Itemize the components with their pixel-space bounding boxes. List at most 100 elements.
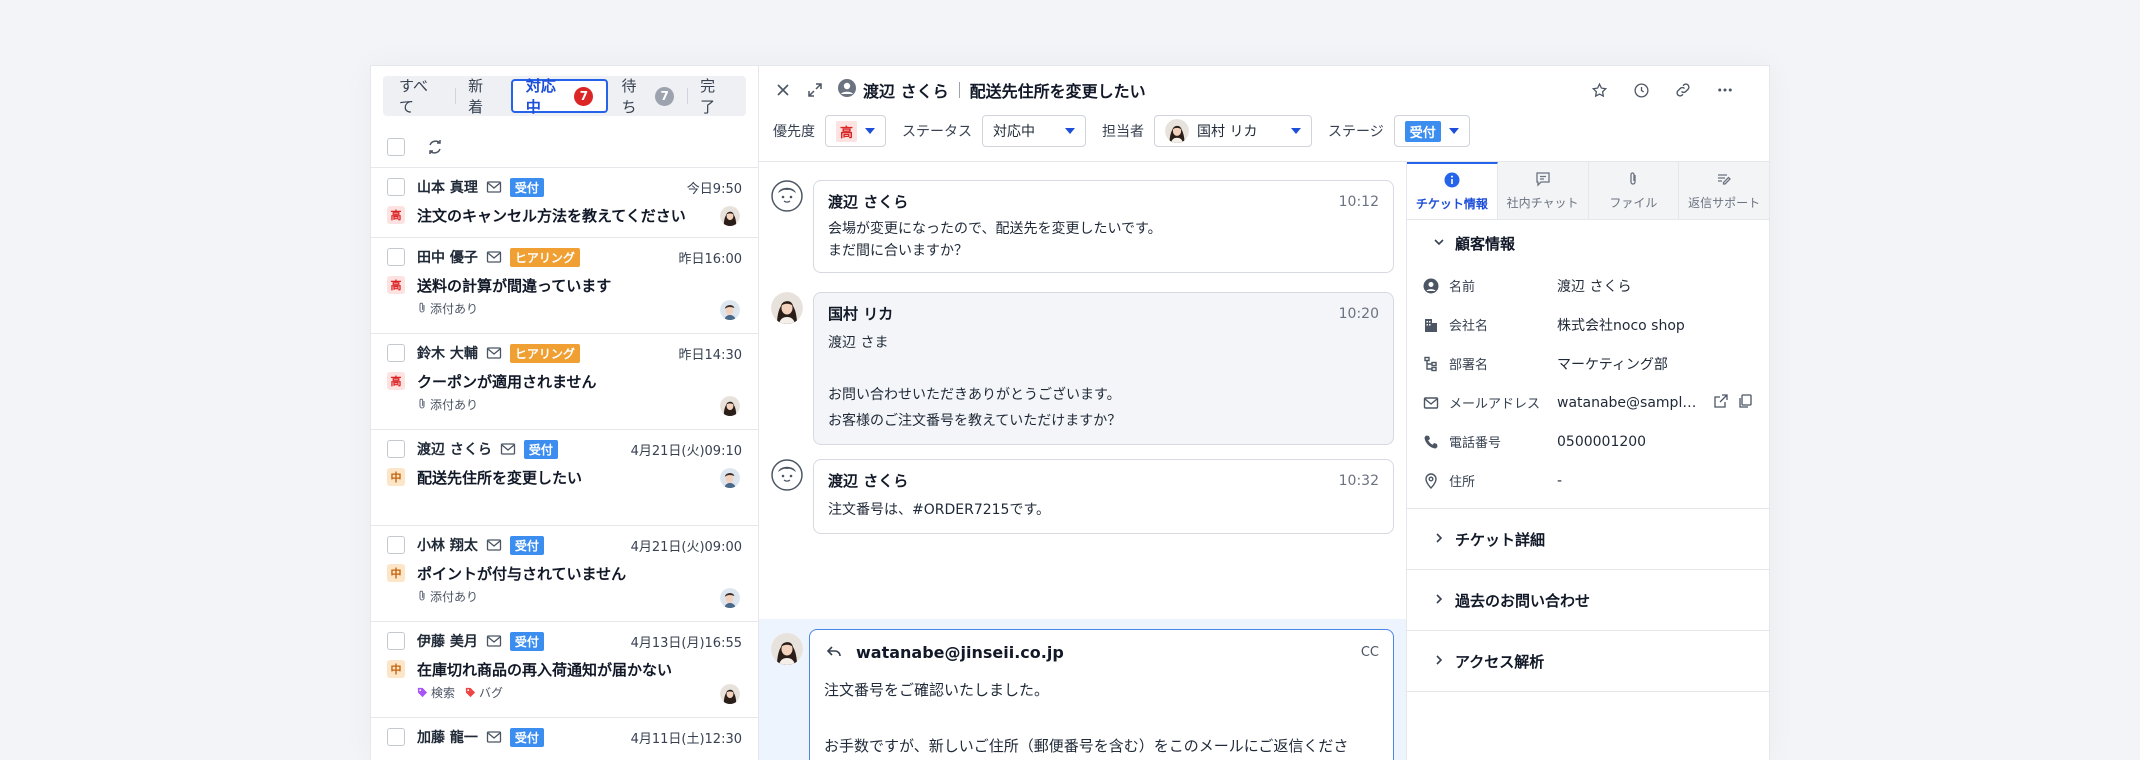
tag-label: 検索	[431, 685, 456, 700]
customer-info-row: 部署名 マーケティング部	[1407, 344, 1769, 383]
ticket-list-item[interactable]: 鈴木 大輔 ヒアリング 昨日14:30 高クーポンが適用されません 添付あり	[371, 334, 758, 430]
status-badge: 受付	[509, 631, 544, 651]
tab-waiting[interactable]: 待ち 7	[608, 77, 687, 116]
tag-icon	[465, 687, 476, 698]
tab-ticket-info[interactable]: チケット情報	[1407, 162, 1498, 219]
ticket-checkbox[interactable]	[387, 344, 405, 362]
expand-icon[interactable]	[805, 80, 825, 100]
tab-done[interactable]: 完了	[687, 77, 743, 116]
building-icon	[1423, 317, 1441, 333]
star-icon[interactable]	[1589, 80, 1609, 100]
ticket-tag: 添付あり	[417, 300, 478, 317]
reply-editor[interactable]: watanabe@jinseii.co.jp CC 注文番号をご確認いたしました…	[809, 629, 1394, 760]
chevron-down-icon	[1065, 128, 1076, 134]
external-link-icon[interactable]	[1713, 393, 1729, 413]
paperclip-icon	[1625, 171, 1641, 190]
ticket-list-item[interactable]: 伊藤 美月 受付 4月13日(月)16:55 中在庫切れ商品の再入荷通知が届かない 検索…	[371, 622, 758, 718]
ticket-customer-name: 田中 優子	[417, 250, 478, 266]
tag-label: 添付あり	[430, 589, 479, 604]
reply-arrow-icon[interactable]	[824, 642, 844, 662]
reply-area: watanabe@jinseii.co.jp CC 注文番号をご確認いたしました…	[759, 619, 1406, 760]
ticket-checkbox[interactable]	[387, 632, 405, 650]
message-item: 渡辺 さくら 10:32 注文番号は、#ORDER7215です。	[771, 459, 1394, 534]
user-circle-icon	[837, 78, 857, 102]
select-all-checkbox[interactable]	[387, 137, 405, 156]
mail-icon	[486, 345, 502, 361]
section-toggle[interactable]: 顧客情報	[1407, 220, 1769, 266]
status-label: ステータス	[902, 124, 973, 140]
tab-label: 対応中	[525, 77, 556, 116]
assignee-select[interactable]: 国村 リカ	[1154, 115, 1313, 147]
tab-label: 完了	[700, 77, 716, 116]
chat-icon	[1535, 171, 1551, 190]
tab-label: チケット情報	[1415, 196, 1488, 211]
ticket-customer-name: 加藤 龍一	[417, 730, 478, 746]
ticket-time: 4月21日(火)09:10	[630, 443, 742, 459]
priority-select[interactable]: 高	[825, 115, 887, 147]
message-sender: 渡辺 さくら	[828, 193, 909, 211]
tab-label: 新着	[468, 77, 484, 116]
refresh-icon[interactable]	[425, 137, 445, 157]
ticket-list-item[interactable]: 加藤 龍一 受付 4月11日(土)12:30	[371, 718, 758, 760]
ticket-title: 渡辺 さくら 配送先住所を変更したい	[837, 78, 1146, 102]
section-title: チケット詳細	[1455, 530, 1546, 549]
ticket-customer-name: 伊藤 美月	[417, 634, 478, 650]
mail-icon	[486, 633, 502, 649]
link-icon[interactable]	[1673, 80, 1693, 100]
message-sender: 渡辺 さくら	[828, 472, 909, 490]
ticket-checkbox[interactable]	[387, 728, 405, 746]
paperclip-icon	[417, 302, 427, 314]
status-select[interactable]: 対応中	[982, 115, 1087, 147]
mail-icon	[1423, 395, 1441, 411]
tab-label: 返信サポート	[1688, 195, 1761, 210]
ticket-subject: 注文のキャンセル方法を教えてください	[417, 206, 686, 225]
tab-reply-support[interactable]: 返信サポート	[1679, 162, 1769, 219]
clock-icon[interactable]	[1631, 80, 1651, 100]
priority-badge: 中	[387, 468, 405, 486]
ticket-list-item[interactable]: 小林 翔太 受付 4月21日(火)09:00 中ポイントが付与されていません 添付あり	[371, 526, 758, 622]
customer-avatar	[771, 180, 803, 212]
app-window: すべて 新着 対応中 7 待ち 7 完了 山本 真理 受付 今日9:50 高注文のキャンセ…	[370, 65, 1770, 760]
section-toggle[interactable]: チケット詳細	[1407, 509, 1769, 569]
ticket-checkbox[interactable]	[387, 248, 405, 266]
tab-in-progress[interactable]: 対応中 7	[510, 77, 609, 116]
ticket-list-item[interactable]: 山本 真理 受付 今日9:50 高注文のキャンセル方法を教えてください	[371, 168, 758, 238]
ticket-items: 山本 真理 受付 今日9:50 高注文のキャンセル方法を教えてください 田中 優子 ヒアリ…	[371, 168, 758, 760]
stage-select[interactable]: 受付	[1393, 115, 1470, 147]
assignee-avatar	[720, 206, 740, 226]
info-value: 渡辺 さくら	[1557, 278, 1632, 295]
more-icon[interactable]	[1715, 80, 1735, 100]
assignee-avatar	[720, 300, 740, 320]
priority-label: 優先度	[773, 124, 815, 140]
copy-icon[interactable]	[1737, 393, 1753, 413]
close-icon[interactable]	[773, 80, 793, 100]
ticket-checkbox[interactable]	[387, 178, 405, 196]
person-icon	[1423, 278, 1441, 294]
message-item: 国村 リカ 10:20 渡辺 さま お問い合わせいただきありがとうございます。 お…	[771, 292, 1394, 445]
status-value: 対応中	[993, 124, 1036, 140]
ticket-list-item[interactable]: 田中 優子 ヒアリング 昨日16:00 高送料の計算が間違っています 添付あり	[371, 238, 758, 334]
stage-value: 受付	[1404, 120, 1441, 142]
ticket-subject: クーポンが適用されません	[417, 372, 597, 391]
tab-new[interactable]: 新着	[455, 77, 511, 116]
section-toggle[interactable]: アクセス解析	[1407, 631, 1769, 691]
ticket-list-item[interactable]: 渡辺 さくら 受付 4月21日(火)09:10 中配送先住所を変更したい	[371, 430, 758, 526]
cc-button[interactable]: CC	[1361, 645, 1379, 660]
tag-label: 添付あり	[430, 301, 479, 316]
chevron-down-icon	[1291, 128, 1302, 134]
info-value: 株式会社noco shop	[1557, 317, 1685, 334]
tab-all[interactable]: すべて	[386, 77, 455, 116]
ticket-checkbox[interactable]	[387, 440, 405, 458]
assignee-value: 国村 リカ	[1197, 124, 1258, 140]
priority-badge: 中	[387, 564, 405, 582]
ticket-time: 4月11日(土)12:30	[630, 731, 742, 747]
ticket-checkbox[interactable]	[387, 536, 405, 554]
info-label: 住所	[1449, 475, 1476, 490]
section-toggle[interactable]: 過去のお問い合わせ	[1407, 570, 1769, 630]
mail-icon	[486, 179, 502, 195]
tab-files[interactable]: ファイル	[1588, 162, 1680, 219]
info-label: 電話番号	[1449, 436, 1502, 451]
tab-internal-chat[interactable]: 社内チャット	[1497, 162, 1589, 219]
info-value: watanabe@sampl…	[1557, 394, 1697, 411]
reply-body[interactable]: 注文番号をご確認いたしました。 お手数ですが、新しいご住所（郵便番号を含む）をこ…	[824, 676, 1379, 760]
